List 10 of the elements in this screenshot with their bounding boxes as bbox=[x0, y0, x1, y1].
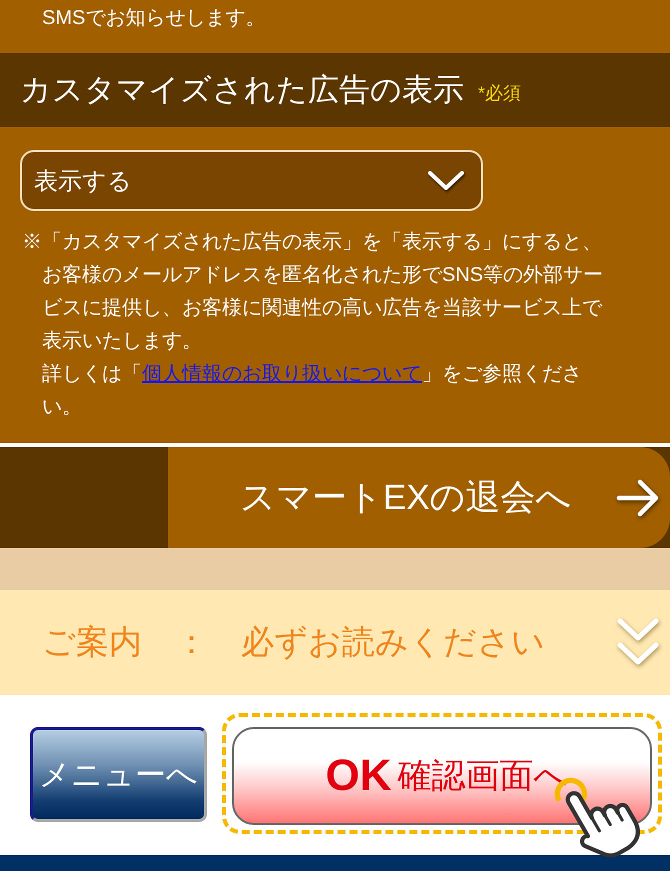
display-select[interactable]: 表示する bbox=[20, 150, 483, 211]
withdraw-button[interactable]: スマートEXの退会へ bbox=[168, 447, 670, 548]
notice-text: SMSでお知らせします。 bbox=[41, 6, 266, 31]
arrow-right-icon bbox=[616, 478, 660, 518]
section-title: カスタマイズされた広告の表示 bbox=[20, 71, 464, 109]
required-label: *必須 bbox=[478, 82, 522, 105]
chevron-down-icon bbox=[427, 170, 465, 192]
details-text: 詳しくは「個人情報のお取り扱いについて」をご参照ください。 bbox=[41, 362, 583, 420]
menu-button[interactable]: メニューへ bbox=[30, 727, 207, 822]
note-text: ※「カスタマイズされた広告の表示」を「表示する」にすると、 お客様のメールアドレスを匿名化された形でSNS等の外部サー ビスに提供し、お客様に関連性の高い広告を当該サービス上で 表示いたします。 bbox=[22, 230, 604, 354]
